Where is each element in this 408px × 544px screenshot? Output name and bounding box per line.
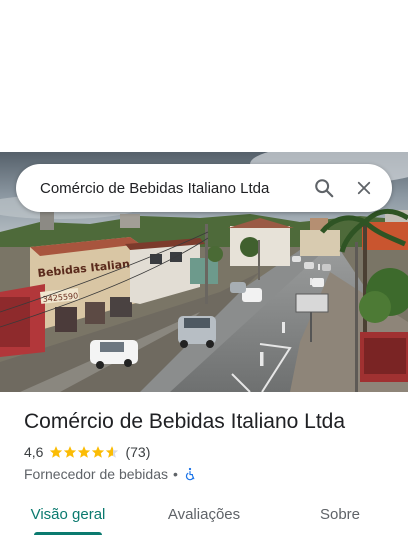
star-icon — [78, 446, 91, 458]
tab-overview[interactable]: Visão geral — [0, 494, 136, 544]
star-icon — [64, 446, 77, 458]
place-info: Comércio de Bebidas Italiano Ltda 4,6 (7… — [24, 408, 394, 484]
category-row: Fornecedor de bebidas • — [24, 464, 394, 484]
rating-row[interactable]: 4,6 (73) — [24, 442, 394, 462]
search-query-text[interactable]: Comércio de Bebidas Italiano Ltda — [40, 180, 298, 197]
tab-bar: Visão geral Avaliações Sobre — [0, 494, 408, 544]
separator-dot: • — [173, 466, 178, 482]
review-count[interactable]: (73) — [125, 444, 150, 460]
place-title: Comércio de Bebidas Italiano Ltda — [24, 410, 346, 433]
star-icon — [92, 446, 105, 458]
tab-reviews[interactable]: Avaliações — [136, 494, 272, 544]
search-icon[interactable] — [310, 174, 338, 202]
category-label: Fornecedor de bebidas — [24, 466, 168, 482]
wheelchair-icon[interactable] — [183, 467, 197, 481]
top-blank-area — [0, 0, 408, 152]
rating-value: 4,6 — [24, 444, 44, 460]
star-half-icon — [106, 446, 119, 458]
star-icon — [50, 446, 63, 458]
search-bar[interactable]: Comércio de Bebidas Italiano Ltda — [16, 164, 392, 212]
close-icon[interactable] — [350, 174, 378, 202]
star-rating — [49, 445, 119, 459]
tab-about[interactable]: Sobre — [272, 494, 408, 544]
